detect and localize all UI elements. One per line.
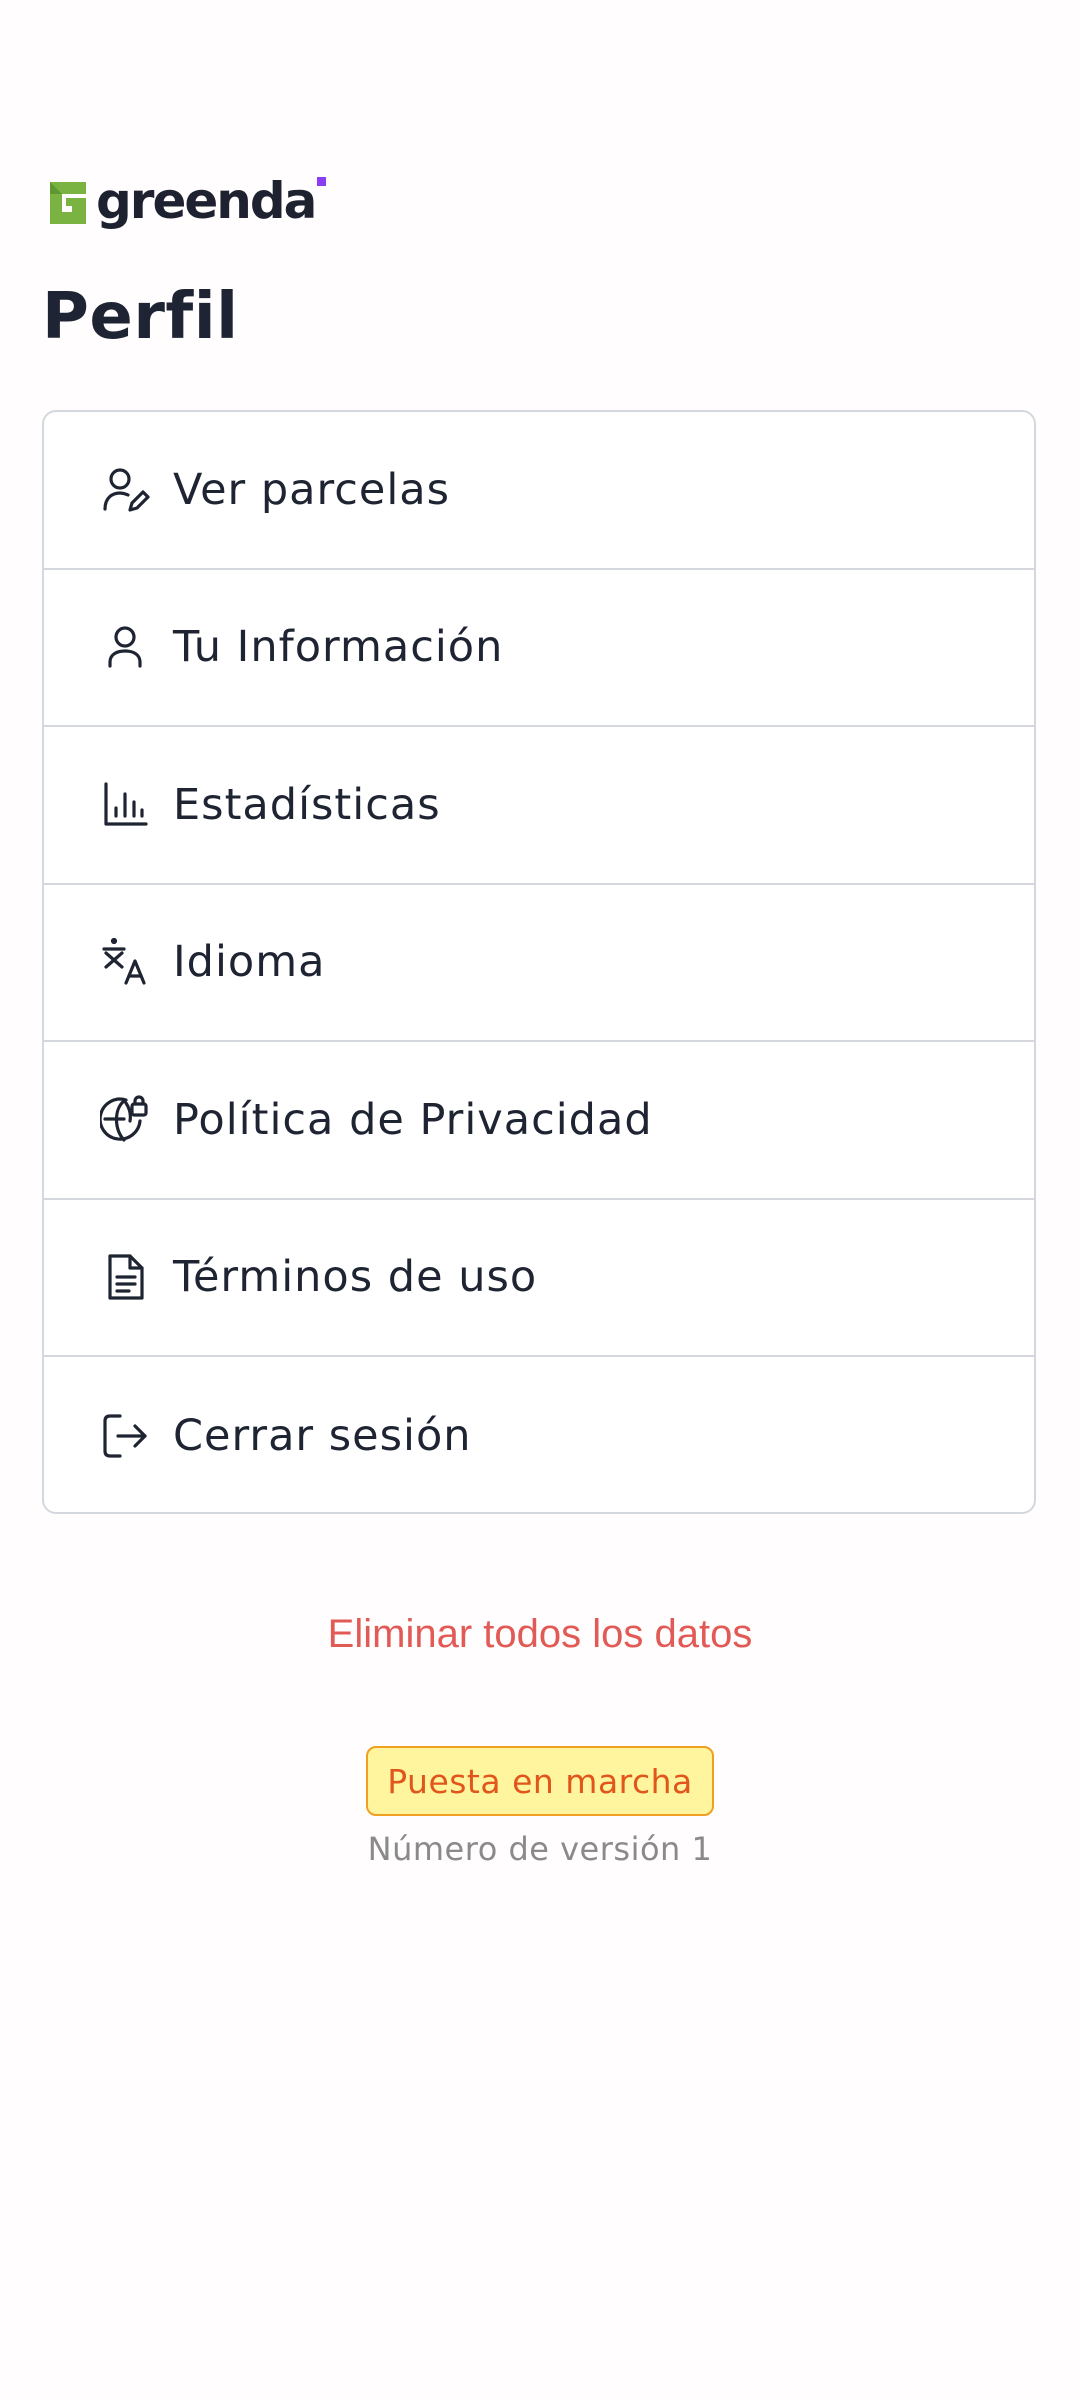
greenda-logo-icon	[50, 182, 86, 224]
page-title: Perfil	[42, 280, 239, 354]
menu-item-ver-parcelas[interactable]: Ver parcelas	[44, 412, 1034, 570]
menu-item-label: Estadísticas	[173, 779, 441, 830]
menu-item-tu-informacion[interactable]: Tu Información	[44, 570, 1034, 727]
version-number: Número de versión 1	[367, 1830, 713, 1868]
delete-all-data-button[interactable]: Eliminar todos los datos	[0, 1612, 1080, 1657]
bar-chart-icon	[99, 779, 151, 831]
menu-item-terminos-uso[interactable]: Términos de uso	[44, 1200, 1034, 1357]
translate-icon	[99, 936, 151, 988]
user-icon	[99, 621, 151, 673]
menu-item-label: Términos de uso	[173, 1252, 538, 1303]
menu-item-politica-privacidad[interactable]: Política de Privacidad	[44, 1042, 1034, 1200]
menu-item-cerrar-sesion[interactable]: Cerrar sesión	[44, 1357, 1034, 1512]
menu-item-label: Cerrar sesión	[173, 1410, 472, 1461]
brand-logo: greenda	[42, 172, 327, 231]
menu-item-idioma[interactable]: Idioma	[44, 885, 1034, 1042]
brand-name: greenda	[96, 172, 317, 230]
menu-item-label: Idioma	[173, 937, 326, 988]
menu-item-label: Ver parcelas	[173, 464, 451, 515]
menu-item-label: Política de Privacidad	[173, 1094, 653, 1145]
globe-lock-icon	[99, 1094, 151, 1146]
environment-badge: Puesta en marcha	[366, 1746, 714, 1816]
menu-item-label: Tu Información	[173, 622, 504, 673]
document-icon	[99, 1251, 151, 1303]
menu-item-estadisticas[interactable]: Estadísticas	[44, 727, 1034, 885]
user-edit-icon	[99, 464, 151, 516]
brand-dot	[317, 176, 327, 186]
profile-menu: Ver parcelas Tu Información Estadísticas	[42, 410, 1036, 1514]
logout-icon	[99, 1410, 151, 1462]
